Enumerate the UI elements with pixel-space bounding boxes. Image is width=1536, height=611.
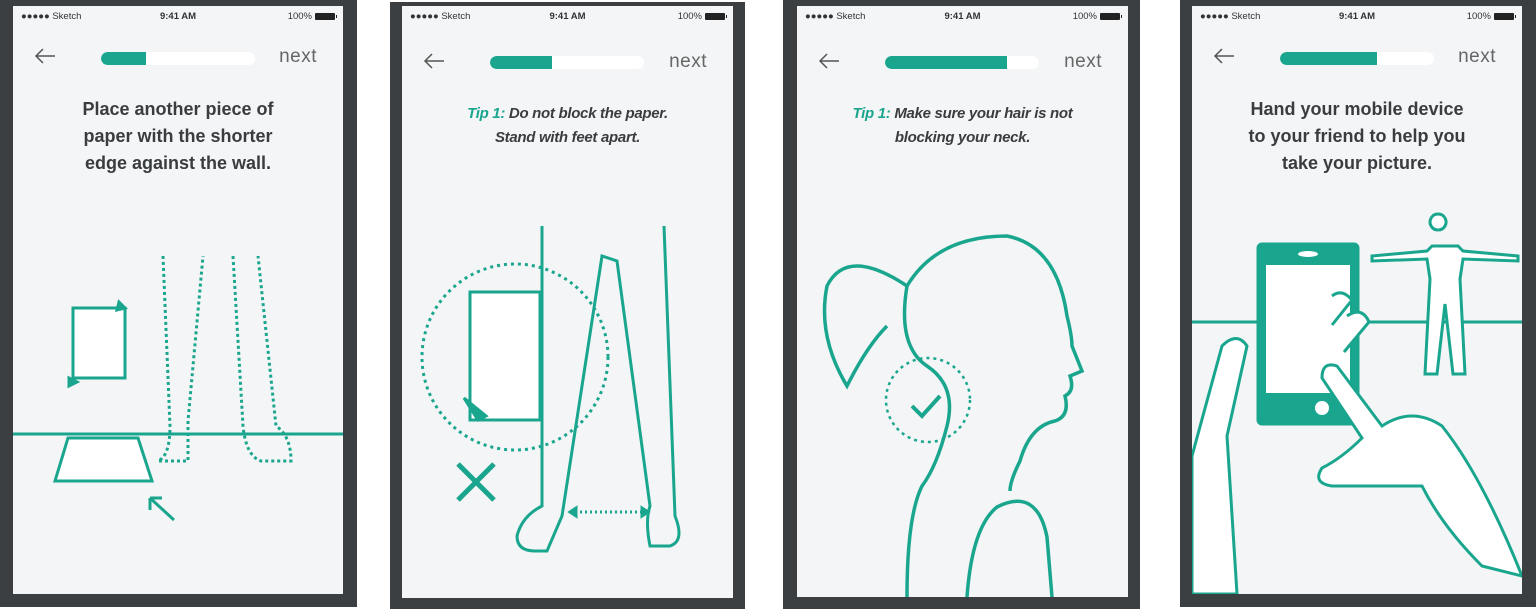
- friend-photo-illustration: [1192, 212, 1522, 594]
- paper-wall-illustration: [13, 255, 343, 522]
- phone-screen-4: ●●●●● Sketch 9:41 AM 100% next Hand your…: [1180, 0, 1536, 607]
- screen-1: ●●●●● Sketch 9:41 AM 100% next Place ano…: [13, 6, 343, 594]
- phone-screen-1: ●●●●● Sketch 9:41 AM 100% next Place ano…: [0, 0, 357, 607]
- hair-neck-illustration: [822, 234, 1085, 597]
- phone-screen-3: ●●●●● Sketch 9:41 AM 100% next Tip 1: Ma…: [783, 0, 1140, 609]
- screen-2: ●●●●● Sketch 9:41 AM 100% next Tip 1: Do…: [402, 6, 733, 598]
- screen-4: ●●●●● Sketch 9:41 AM 100% next Hand your…: [1192, 6, 1522, 594]
- feet-apart-illustration: [420, 225, 681, 553]
- phone-screen-2: ●●●●● Sketch 9:41 AM 100% next Tip 1: Do…: [390, 2, 745, 609]
- screen-3: ●●●●● Sketch 9:41 AM 100% next Tip 1: Ma…: [797, 6, 1128, 597]
